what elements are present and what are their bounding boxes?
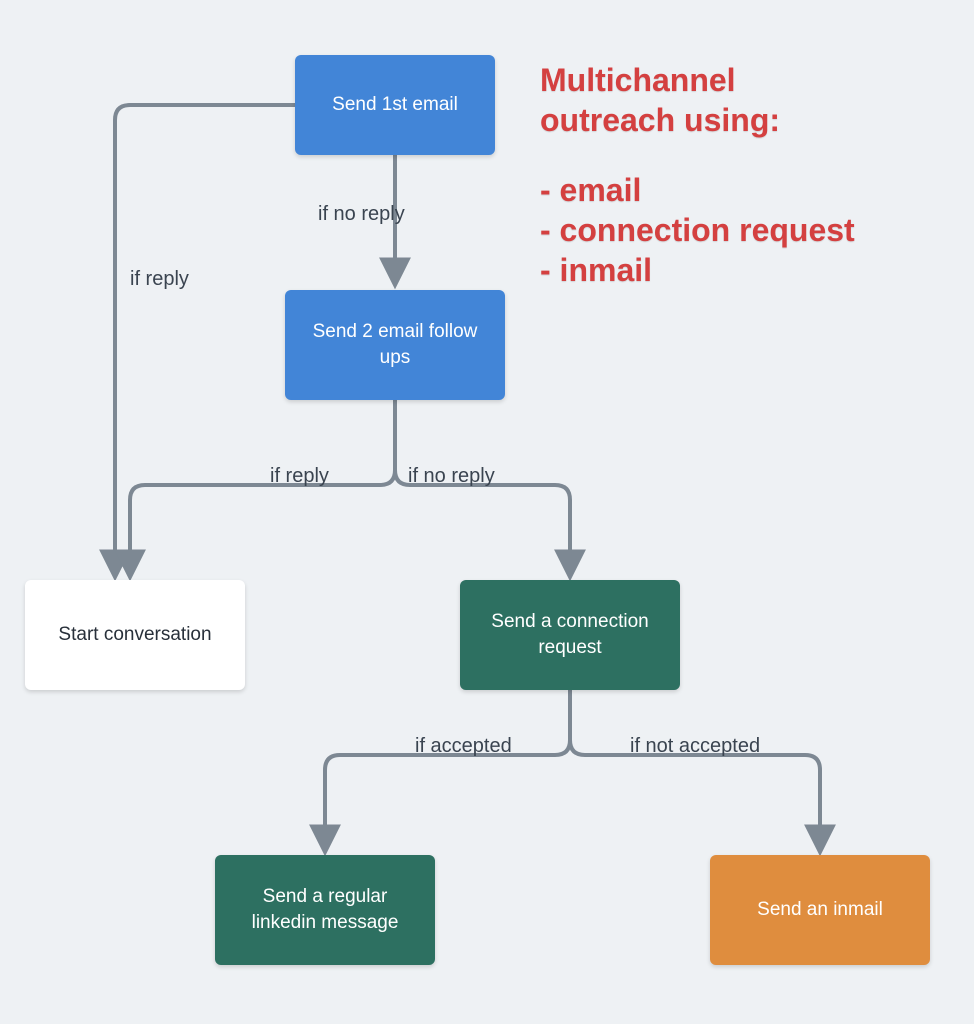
edge-label-accepted: if accepted — [415, 735, 512, 758]
title-bullet: - inmail — [540, 250, 855, 290]
edge-label-not-accepted: if not accepted — [630, 735, 760, 758]
node-label: Send an inmail — [757, 897, 883, 923]
node-label: Start conversation — [58, 622, 211, 648]
node-label: Send a connection request — [476, 609, 664, 660]
edge-label-no-reply-2: if no reply — [408, 465, 495, 488]
edge-label-reply-left: if reply — [130, 268, 189, 291]
node-label: Send 2 email follow ups — [301, 319, 489, 370]
title-line-2: outreach using: — [540, 100, 855, 140]
title-bullet: - email — [540, 170, 855, 210]
title-line-1: Multichannel — [540, 60, 855, 100]
node-label: Send 1st email — [332, 92, 458, 118]
node-send-first-email: Send 1st email — [295, 55, 495, 155]
title-bullet: - connection request — [540, 210, 855, 250]
node-send-linkedin-message: Send a regular linkedin message — [215, 855, 435, 965]
node-send-followups: Send 2 email follow ups — [285, 290, 505, 400]
title-block: Multichannel outreach using: - email - c… — [540, 60, 855, 290]
edge-label-no-reply-1: if no reply — [318, 203, 405, 226]
node-send-inmail: Send an inmail — [710, 855, 930, 965]
flowchart-canvas: Send 1st email Send 2 email follow ups S… — [0, 0, 974, 1024]
node-label: Send a regular linkedin message — [231, 884, 419, 935]
node-send-connection-request: Send a connection request — [460, 580, 680, 690]
edge-label-reply-2: if reply — [270, 465, 329, 488]
node-start-conversation: Start conversation — [25, 580, 245, 690]
